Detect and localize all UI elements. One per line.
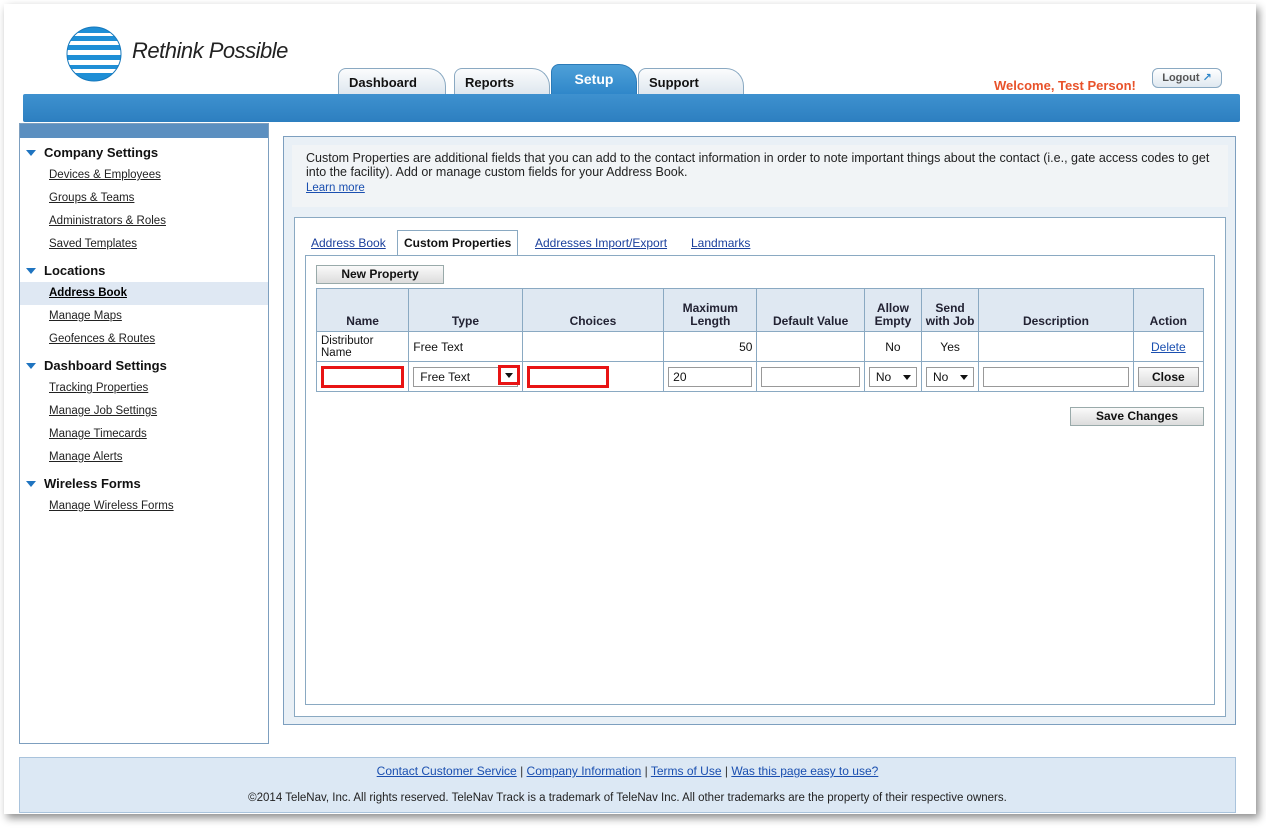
col-header-max-length[interactable]: Maximum Length (663, 288, 758, 332)
subtab-custom-properties[interactable]: Custom Properties (397, 230, 519, 256)
name-input[interactable] (321, 365, 405, 388)
sidebar-section-wireless-forms[interactable]: Wireless Forms (20, 473, 268, 495)
tab-support[interactable]: Support (638, 68, 744, 95)
subtab-address-book[interactable]: Address Book (311, 236, 386, 250)
cell-choices (521, 331, 665, 362)
tab-setup[interactable]: Setup (551, 64, 637, 95)
sidebar: Company Settings Devices & Employees Gro… (19, 123, 269, 744)
learn-more-link[interactable]: Learn more (306, 181, 365, 195)
collapse-triangle-icon (26, 268, 36, 274)
cell-max-length: 50 (663, 331, 758, 362)
footer-link-company-information[interactable]: Company Information (527, 764, 642, 778)
col-header-send-with-job[interactable]: Send with Job (920, 288, 980, 332)
intro-text: Custom Properties are additional fields … (306, 151, 1210, 179)
save-changes-button[interactable]: Save Changes (1070, 407, 1204, 426)
logout-label: Logout (1162, 72, 1200, 84)
header-bar (23, 94, 1240, 122)
footer-links: Contact Customer Service | Company Infor… (376, 764, 879, 778)
cell-allow-empty: No (863, 331, 923, 362)
logout-button[interactable]: Logout ↗ (1152, 68, 1222, 88)
cell-default-value (756, 331, 865, 362)
choices-input[interactable] (526, 365, 609, 388)
max-length-input[interactable]: 20 (668, 366, 753, 387)
tab-dashboard[interactable]: Dashboard (338, 68, 446, 95)
default-value-input[interactable] (761, 366, 860, 387)
col-header-allow-empty[interactable]: Allow Empty (863, 288, 923, 332)
chevron-down-icon (900, 370, 914, 384)
cell-type: Free Text (408, 331, 523, 362)
copyright-text: ©2014 TeleNav, Inc. All rights reserved.… (248, 792, 1007, 804)
new-property-button[interactable]: New Property (316, 265, 444, 284)
custom-properties-panel: New Property Name Type Choices Maximum L… (305, 255, 1215, 705)
sidebar-section-dashboard-settings[interactable]: Dashboard Settings (20, 355, 268, 377)
brand-tagline: Rethink Possible (132, 38, 288, 63)
welcome-message: Welcome, Test Person! (994, 78, 1136, 93)
sidebar-item-manage-maps[interactable]: Manage Maps (20, 305, 268, 328)
type-select-value: Free Text (420, 369, 471, 384)
collapse-triangle-icon (26, 150, 36, 156)
col-header-type[interactable]: Type (408, 288, 523, 332)
table-row: Distributor Name Free Text 50 No Yes Del… (315, 331, 1205, 362)
table-header-row: Name Type Choices Maximum Length Default… (315, 288, 1205, 332)
col-header-default-value[interactable]: Default Value (756, 288, 865, 332)
sidebar-item-manage-wireless-forms[interactable]: Manage Wireless Forms (20, 495, 268, 518)
tab-reports[interactable]: Reports (454, 68, 550, 95)
sidebar-item-geofences-routes[interactable]: Geofences & Routes (20, 328, 268, 351)
sidebar-item-administrators-roles[interactable]: Administrators & Roles (20, 210, 268, 233)
description-input[interactable] (983, 366, 1129, 387)
sidebar-item-groups-teams[interactable]: Groups & Teams (20, 187, 268, 210)
footer-link-feedback[interactable]: Was this page easy to use? (731, 764, 878, 778)
allow-empty-select[interactable]: No (868, 366, 917, 387)
sidebar-section-locations[interactable]: Locations (20, 260, 268, 282)
sidebar-item-tracking-properties[interactable]: Tracking Properties (20, 377, 268, 400)
sidebar-item-saved-templates[interactable]: Saved Templates (20, 233, 268, 256)
col-header-action[interactable]: Action (1132, 288, 1205, 332)
globe-logo-icon (66, 26, 122, 82)
sidebar-item-manage-alerts[interactable]: Manage Alerts (20, 446, 268, 469)
footer: Contact Customer Service | Company Infor… (19, 757, 1236, 813)
cell-name: Distributor Name (315, 331, 410, 362)
sidebar-section-company-settings[interactable]: Company Settings (20, 142, 268, 164)
close-button[interactable]: Close (1137, 366, 1199, 387)
main-content: Custom Properties are additional fields … (283, 136, 1236, 725)
footer-link-contact-customer-service[interactable]: Contact Customer Service (377, 764, 517, 778)
cell-description (978, 331, 1134, 362)
delete-link[interactable]: Delete (1151, 340, 1186, 354)
col-header-description[interactable]: Description (978, 288, 1134, 332)
intro-panel: Custom Properties are additional fields … (292, 145, 1228, 207)
sidebar-header (20, 124, 268, 138)
subtab-landmarks[interactable]: Landmarks (691, 236, 750, 250)
sidebar-item-manage-job-settings[interactable]: Manage Job Settings (20, 400, 268, 423)
col-header-name[interactable]: Name (315, 288, 410, 332)
cell-send-with-job: Yes (920, 331, 980, 362)
footer-link-terms-of-use[interactable]: Terms of Use (651, 764, 722, 778)
logout-arrow-icon: ↗ (1202, 72, 1212, 84)
chevron-down-icon (957, 370, 971, 384)
type-select[interactable]: Free Text (413, 364, 520, 387)
collapse-triangle-icon (26, 363, 36, 369)
sidebar-item-devices-employees[interactable]: Devices & Employees (20, 164, 268, 187)
sidebar-item-address-book[interactable]: Address Book (20, 282, 268, 305)
table-edit-row: Free Text 20 No No Close (315, 361, 1205, 392)
collapse-triangle-icon (26, 481, 36, 487)
subtab-addresses-import-export[interactable]: Addresses Import/Export (535, 236, 667, 250)
address-book-container: Address Book Custom Properties Addresses… (294, 217, 1226, 717)
col-header-choices[interactable]: Choices (521, 288, 665, 332)
custom-properties-table: Name Type Choices Maximum Length Default… (315, 288, 1205, 392)
sidebar-item-manage-timecards[interactable]: Manage Timecards (20, 423, 268, 446)
chevron-down-icon[interactable] (497, 364, 520, 385)
send-with-job-select[interactable]: No (926, 366, 975, 387)
